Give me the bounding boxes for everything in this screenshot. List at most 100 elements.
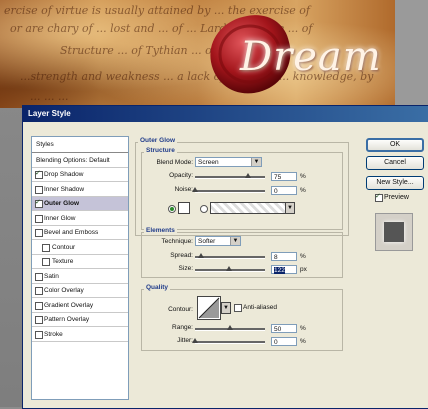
jitter-slider-knob[interactable]	[192, 338, 198, 343]
style-item-stroke[interactable]: Stroke	[32, 328, 128, 342]
jitter-unit: %	[300, 338, 306, 345]
style-item-label: Pattern Overlay	[44, 316, 90, 323]
anti-aliased-checkbox[interactable]	[234, 304, 242, 312]
jitter-input[interactable]: 0	[271, 337, 297, 346]
style-item-label: Color Overlay	[44, 287, 84, 294]
style-item-checkbox[interactable]	[42, 243, 50, 252]
preview-checkbox[interactable]	[375, 192, 383, 202]
jitter-label: Jitter:	[177, 337, 193, 344]
styles-list: Styles Blending Options: Default Drop Sh…	[31, 136, 129, 400]
style-item-inner-glow[interactable]: Inner Glow	[32, 212, 128, 226]
noise-slider[interactable]	[195, 190, 265, 193]
layer-style-dialog: Layer Style Styles Blending Options: Def…	[22, 105, 428, 409]
size-unit: px	[300, 266, 307, 273]
noise-label: Noise:	[174, 186, 193, 193]
noise-slider-knob[interactable]	[192, 187, 198, 192]
technique-select[interactable]: Softer ▼	[195, 236, 241, 246]
spread-input[interactable]: 8	[271, 252, 297, 261]
opacity-slider[interactable]	[195, 176, 265, 179]
spread-slider-knob[interactable]	[197, 253, 204, 258]
size-slider-knob[interactable]	[226, 266, 233, 271]
style-item-label: Contour	[52, 243, 76, 251]
blend-mode-value: Screen	[198, 159, 219, 166]
ok-button[interactable]: OK	[366, 138, 424, 152]
style-item-contour[interactable]: Contour	[32, 241, 128, 255]
contour-dropdown-icon[interactable]: ▼	[221, 302, 231, 314]
range-unit: %	[300, 325, 306, 332]
style-item-label: Texture	[52, 258, 74, 265]
range-label: Range:	[172, 324, 193, 331]
style-item-checkbox[interactable]	[35, 330, 43, 339]
style-item-label: Gradient Overlay	[44, 301, 94, 309]
style-item-label: Stroke	[44, 330, 63, 338]
style-item-texture[interactable]: Texture	[32, 255, 128, 269]
opacity-label: Opacity:	[169, 172, 193, 179]
canvas-script-line: ... ... ...	[30, 90, 69, 103]
size-label: Size:	[178, 265, 193, 272]
spread-label: Spread:	[170, 252, 193, 259]
spread-slider[interactable]	[195, 256, 265, 259]
blend-mode-select[interactable]: Screen ▼	[195, 157, 262, 167]
cancel-button[interactable]: Cancel	[366, 156, 424, 170]
new-style-button[interactable]: New Style...	[366, 176, 424, 190]
chevron-down-icon: ▼	[251, 158, 261, 166]
style-item-checkbox[interactable]	[35, 301, 43, 310]
preview-swatch	[384, 222, 404, 242]
gradient-swatch[interactable]	[210, 202, 292, 214]
style-item-checkbox[interactable]	[35, 287, 43, 295]
anti-aliased-label: Anti-aliased	[243, 304, 277, 311]
style-item-color-overlay[interactable]: Color Overlay	[32, 284, 128, 298]
styles-header[interactable]: Styles	[32, 137, 128, 153]
outer-glow-title: Outer Glow	[138, 137, 178, 144]
preview-label: Preview	[384, 194, 409, 201]
style-item-satin[interactable]: Satin	[32, 270, 128, 284]
gradient-radio[interactable]	[200, 205, 208, 213]
opacity-input[interactable]: 75	[271, 172, 297, 181]
panel-strip	[395, 0, 428, 108]
opacity-unit: %	[300, 173, 306, 180]
logo-text: Dream	[240, 34, 382, 80]
quality-title: Quality	[144, 284, 171, 291]
contour-curve-icon	[198, 297, 220, 319]
style-item-checkbox[interactable]	[42, 258, 50, 266]
style-item-outer-glow[interactable]: Outer Glow	[32, 197, 128, 211]
noise-input[interactable]: 0	[271, 186, 297, 195]
opacity-slider-knob[interactable]	[244, 173, 251, 178]
blend-mode-label: Blend Mode:	[156, 159, 194, 166]
technique-value: Softer	[198, 238, 216, 245]
gradient-dropdown-icon[interactable]: ▼	[285, 202, 295, 214]
contour-picker[interactable]	[197, 296, 221, 320]
glow-color-swatch[interactable]	[178, 202, 190, 214]
color-radio[interactable]	[168, 205, 176, 213]
style-item-checkbox[interactable]	[35, 229, 43, 237]
contour-label: Contour:	[168, 306, 193, 313]
range-input[interactable]: 50	[271, 324, 297, 333]
dialog-titlebar[interactable]: Layer Style	[23, 106, 428, 122]
document-canvas: ercise of virtue is usually attained by …	[0, 0, 395, 108]
style-item-bevel-and-emboss[interactable]: Bevel and Emboss	[32, 226, 128, 240]
style-item-drop-shadow[interactable]: Drop Shadow	[32, 168, 128, 182]
style-item-checkbox[interactable]	[35, 185, 43, 194]
style-item-checkbox[interactable]	[35, 316, 43, 324]
size-input[interactable]: 122	[271, 265, 297, 274]
dialog-title: Layer Style	[28, 109, 71, 118]
style-item-pattern-overlay[interactable]: Pattern Overlay	[32, 313, 128, 327]
style-item-checkbox[interactable]	[35, 214, 43, 223]
range-slider-knob[interactable]	[227, 325, 233, 330]
style-item-checkbox[interactable]	[35, 198, 43, 208]
style-item-label: Satin	[44, 272, 59, 280]
style-item-label: Bevel and Emboss	[44, 229, 99, 236]
style-item-label: Drop Shadow	[44, 171, 84, 178]
style-item-label: Inner Shadow	[44, 185, 85, 193]
blending-options-item[interactable]: Blending Options: Default	[32, 153, 128, 168]
noise-unit: %	[300, 187, 306, 194]
style-item-checkbox[interactable]	[35, 169, 43, 179]
style-item-inner-shadow[interactable]: Inner Shadow	[32, 183, 128, 197]
preview-thumbnail	[375, 213, 413, 251]
structure-title: Structure	[144, 147, 177, 154]
technique-label: Technique:	[161, 238, 193, 245]
style-item-gradient-overlay[interactable]: Gradient Overlay	[32, 299, 128, 313]
jitter-slider[interactable]	[195, 341, 265, 344]
style-item-label: Inner Glow	[44, 214, 76, 222]
style-item-checkbox[interactable]	[35, 272, 43, 281]
